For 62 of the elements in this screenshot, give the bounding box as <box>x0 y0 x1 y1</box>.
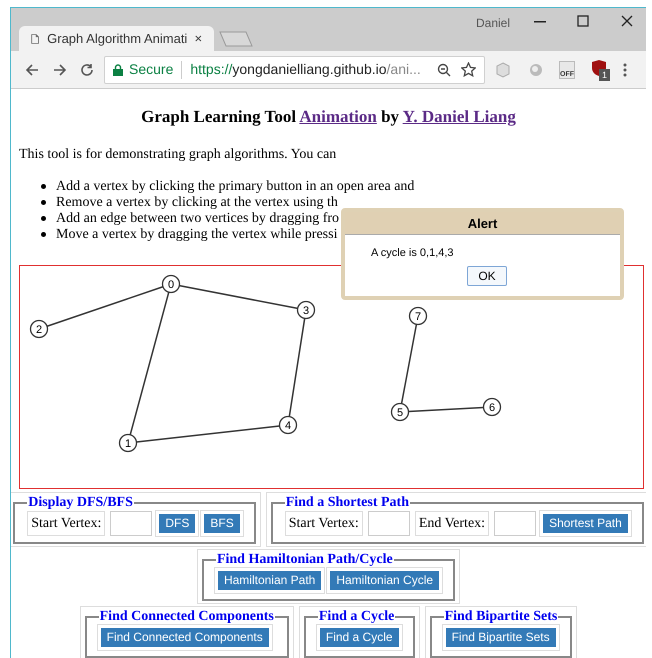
action-button[interactable]: Find Bipartite Sets <box>446 628 556 646</box>
address-bar[interactable]: Secure https://yongdanielliang.github.io/ani... <box>104 56 485 84</box>
group-legend: Find Hamiltonian Path/Cycle <box>216 552 394 568</box>
action-button[interactable]: Shortest Path <box>543 514 628 532</box>
menu-icon[interactable] <box>623 62 627 76</box>
group-legend: Find a Shortest Path <box>284 494 410 510</box>
author-link[interactable]: Y. Daniel Liang <box>402 107 516 126</box>
zoom-out-icon[interactable] <box>437 62 451 76</box>
bullet-icon <box>41 184 46 189</box>
instruction-text: Add an edge between two vertices by dragging fro <box>56 210 340 226</box>
instruction-text: Add a vertex by clicking the primary button in an open area and <box>56 178 414 194</box>
action-button[interactable]: Hamiltonian Path <box>218 570 322 590</box>
forward-icon[interactable] <box>53 62 67 76</box>
action-button[interactable]: Find a Cycle <box>320 628 399 646</box>
browser-tab[interactable]: Graph Algorithm Animati <box>19 26 214 51</box>
maximize-icon[interactable] <box>577 15 589 27</box>
back-icon[interactable] <box>25 62 39 76</box>
alert-title: Alert <box>345 212 620 235</box>
group-legend: Display DFS/BFS <box>27 494 134 510</box>
reload-icon[interactable] <box>80 62 94 76</box>
bullet-icon <box>41 200 46 205</box>
vertex-node[interactable]: 1 <box>118 433 138 452</box>
bullet-icon <box>41 232 46 237</box>
instruction-text: Remove a vertex by clicking at the vertex using th <box>56 194 338 210</box>
action-button[interactable]: Find Connected Components <box>100 628 269 646</box>
minimize-icon[interactable] <box>534 21 546 23</box>
instruction-text: Move a vertex by dragging the vertex while pressi <box>56 226 338 242</box>
star-icon[interactable] <box>461 62 476 77</box>
vertex-input[interactable] <box>368 510 410 536</box>
vertex-node[interactable]: 4 <box>278 415 298 434</box>
field-label: Start Vertex: <box>27 510 106 536</box>
vertex-node[interactable]: 0 <box>162 274 180 293</box>
group-legend: Find Connected Components <box>98 608 275 624</box>
action-button[interactable]: BFS <box>204 514 240 532</box>
vertex-node[interactable]: 3 <box>296 300 316 319</box>
url-text: https://yongdanielliang.github.io/ani... <box>190 60 421 79</box>
close-icon[interactable] <box>621 15 633 27</box>
ok-button[interactable]: OK <box>467 266 507 286</box>
lock-icon <box>113 64 123 76</box>
field-label: Start Vertex: <box>284 510 363 536</box>
extension-badge: 1 <box>599 68 610 80</box>
group-legend: Find a Cycle <box>318 608 396 624</box>
animation-link[interactable]: Animation <box>299 107 377 126</box>
vertex-node[interactable]: 7 <box>408 306 428 325</box>
bullet-icon <box>41 216 46 221</box>
vertex-node[interactable]: 6 <box>482 397 502 416</box>
vertex-input[interactable] <box>494 510 536 536</box>
alert-message: A cycle is 0,1,4,3 <box>371 246 455 261</box>
vertex-input[interactable] <box>110 510 152 536</box>
page-icon <box>31 32 40 46</box>
vertex-node[interactable]: 2 <box>30 319 48 338</box>
group-legend: Find Bipartite Sets <box>444 608 558 624</box>
profile-name[interactable]: Daniel <box>476 14 510 32</box>
vertex-node[interactable]: 5 <box>390 402 410 421</box>
page-heading: Graph Learning Tool Animation by Y. Daniel Liang <box>140 106 517 128</box>
close-icon[interactable] <box>195 34 202 43</box>
action-button[interactable]: Hamiltonian Cycle <box>330 570 440 590</box>
field-label: End Vertex: <box>414 510 490 536</box>
intro-text: This tool is for demonstrating graph algorithms. You can <box>19 146 338 164</box>
secure-label: Secure <box>129 60 174 79</box>
action-button[interactable]: DFS <box>159 514 196 532</box>
tab-title: Graph Algorithm Animati <box>47 30 188 48</box>
